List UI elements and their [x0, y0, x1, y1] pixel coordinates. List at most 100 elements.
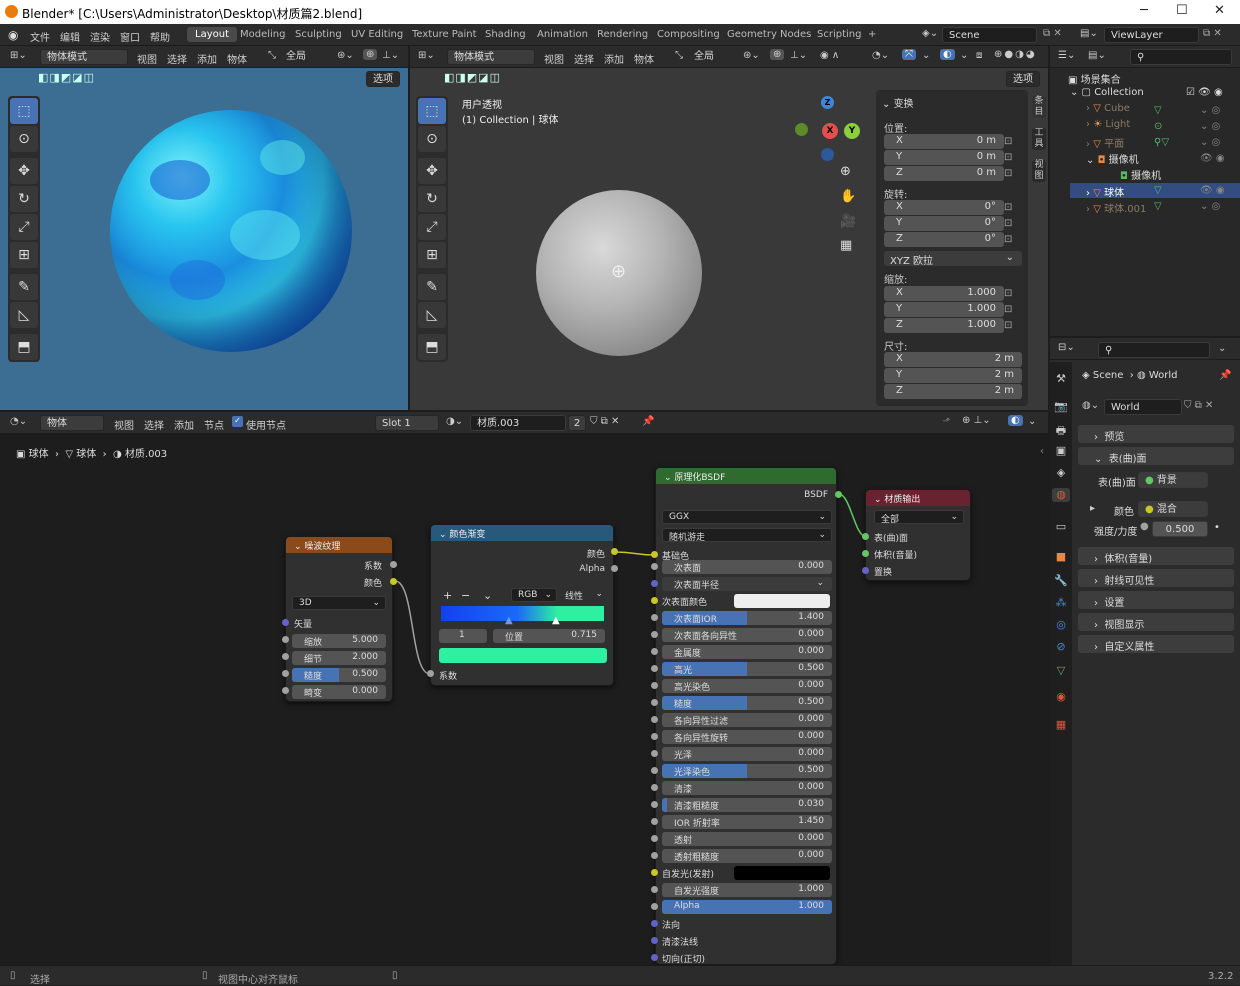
noise-detail-socket[interactable]: [282, 653, 289, 660]
dimension-z[interactable]: Z2 m: [884, 384, 1022, 399]
bsdf-input-socket[interactable]: [651, 716, 658, 723]
outliner-search[interactable]: ⚲: [1130, 49, 1232, 65]
bsdf-input-socket[interactable]: [651, 937, 658, 944]
camera-view-icon[interactable]: 🎥: [840, 214, 856, 229]
node-editor[interactable]: ◔⌄ 物体 视图 选择 添加 节点 ✓ 使用节点 Slot 1 ◑⌄ 材质.00…: [0, 412, 1048, 965]
rotation-mode-dropdown[interactable]: XYZ 欧拉 ⌄: [884, 251, 1022, 267]
gizmo-neg-y[interactable]: [795, 123, 808, 136]
collection-tab-icon[interactable]: ▭: [1054, 520, 1068, 534]
rotation-y[interactable]: Y 0°: [884, 216, 1004, 231]
tab-shading[interactable]: Shading: [477, 27, 534, 42]
tab-texture-paint[interactable]: Texture Paint: [404, 27, 485, 42]
scene-field[interactable]: Scene: [942, 27, 1037, 43]
bsdf-field-9[interactable]: 光泽 0.000: [662, 747, 832, 761]
bsdf-input-socket[interactable]: [651, 682, 658, 689]
noise-vector-socket[interactable]: [282, 619, 289, 626]
particles-tab-icon[interactable]: ⁂: [1054, 596, 1068, 610]
ramp-stop-position[interactable]: 位置 0.715: [493, 629, 605, 643]
world-datablock-field[interactable]: World: [1104, 399, 1182, 415]
menu-help[interactable]: 帮助: [150, 29, 170, 44]
bsdf-input-socket[interactable]: [651, 699, 658, 706]
new-scene-icon[interactable]: ⧉ ✕: [1043, 28, 1062, 39]
location-z[interactable]: Z0 m: [884, 166, 1004, 181]
menu-window[interactable]: 窗口: [120, 29, 140, 44]
bsdf-input-socket[interactable]: [651, 614, 658, 621]
world-browse-icon[interactable]: ◍⌄: [1082, 400, 1099, 411]
rotation-x[interactable]: X 0°: [884, 200, 1004, 215]
bsdf-emission-swatch[interactable]: [734, 866, 830, 880]
rotation-z[interactable]: Z 0°: [884, 232, 1004, 247]
noise-roughness-field[interactable]: 糙度 0.500: [292, 668, 386, 682]
menu-view[interactable]: 视图: [137, 51, 157, 66]
transform-icon[interactable]: ⊞: [10, 242, 38, 268]
ramp-menu-button[interactable]: ⌄: [483, 589, 492, 602]
outliner-item-cube[interactable]: › ▽ Cube: [1086, 103, 1130, 114]
scale-z[interactable]: Z 1.000: [884, 318, 1004, 333]
tab-animation[interactable]: Animation: [529, 27, 596, 42]
material-output-node[interactable]: ⌄ 材质输出 全部 ⌄ 表(曲)面 体积(音量) 置换: [865, 489, 971, 581]
visibility-icon[interactable]: ◔⌄: [872, 50, 889, 61]
bsdf-field-7[interactable]: 各向异性过滤 0.000: [662, 713, 832, 727]
snap-target-icon[interactable]: ⊥⌄: [790, 50, 807, 61]
bsdf-field-10[interactable]: 光泽染色 0.500: [662, 764, 832, 778]
bsdf-field-0[interactable]: 次表面 0.000: [662, 560, 832, 574]
bsdf-input-socket[interactable]: [651, 733, 658, 740]
bsdf-field-2[interactable]: 次表面各向异性 0.000: [662, 628, 832, 642]
section-surface[interactable]: ⌄ 表(曲)面: [1078, 447, 1234, 465]
gizmo-x-axis[interactable]: X: [822, 123, 838, 139]
options-button[interactable]: 选项: [1006, 71, 1040, 87]
bsdf-input-socket[interactable]: [651, 665, 658, 672]
ramp-color-mode-dropdown[interactable]: RGB ⌄: [511, 588, 557, 602]
bsdf-input-socket[interactable]: [651, 886, 658, 893]
ortho-grid-icon[interactable]: ▦: [840, 238, 852, 253]
orientation-dropdown[interactable]: 全局: [688, 49, 736, 65]
output-node-header[interactable]: ⌄ 材质输出: [866, 490, 970, 506]
bsdf-input-socket[interactable]: [651, 597, 658, 604]
bsdf-input-socket[interactable]: [651, 801, 658, 808]
bsdf-field-3[interactable]: 金属度 0.000: [662, 645, 832, 659]
menu-render[interactable]: 渲染: [90, 29, 110, 44]
select-box-icon[interactable]: ⬚: [418, 98, 446, 124]
outliner-item-sphere-001[interactable]: › ▽ 球体.001: [1086, 200, 1146, 215]
tab-geometry-nodes[interactable]: Geometry Nodes: [719, 27, 819, 42]
bsdf-field-15[interactable]: 透射粗糙度 0.000: [662, 849, 832, 863]
transform-icon[interactable]: ⊞: [418, 242, 446, 268]
measure-icon[interactable]: ◺: [10, 302, 38, 328]
rotate-icon[interactable]: ↻: [418, 186, 446, 212]
visibility-toggles[interactable]: ⌄ ◎ ⌄ ◎ ⌄ ◎ 👁 ◉ 👁 ◉ ⌄ ◎: [1200, 103, 1225, 215]
output-volume-socket[interactable]: [862, 550, 869, 557]
viewport-left[interactable]: ⊞⌄ 物体模式 视图 选择 添加 物体 ⤡ 全局 ⊛⌄ ⊕ ⊥⌄ ◧◨◩◪◫ 选…: [0, 46, 408, 410]
gizmo-y-axis[interactable]: Y: [844, 123, 860, 139]
bsdf-output-socket[interactable]: [835, 491, 842, 498]
gizmo-dropdown-icon[interactable]: ⌄: [922, 50, 930, 61]
move-icon[interactable]: ✥: [418, 158, 446, 184]
proportional-edit-icon[interactable]: ◉ ∧: [820, 50, 839, 61]
maximize-button[interactable]: ☐: [1176, 3, 1188, 18]
bsdf-subsurface-radius-dropdown[interactable]: 次表面半径 ⌄: [662, 577, 832, 591]
bsdf-field-11[interactable]: 清漆 0.000: [662, 781, 832, 795]
texture-tab-icon[interactable]: ▦: [1054, 718, 1068, 732]
move-icon[interactable]: ✥: [10, 158, 38, 184]
menu-object[interactable]: 物体: [634, 51, 654, 66]
bsdf-input-socket[interactable]: [651, 767, 658, 774]
menu-add[interactable]: 添加: [604, 51, 624, 66]
pan-hand-icon[interactable]: ✋: [840, 189, 856, 204]
display-mode-icon[interactable]: ▤⌄: [1088, 50, 1106, 61]
output-displacement-socket[interactable]: [862, 567, 869, 574]
pivot-icon[interactable]: ⊛⌄: [337, 50, 354, 61]
tab-rendering[interactable]: Rendering: [589, 27, 656, 42]
dimension-x[interactable]: X2 m: [884, 352, 1022, 367]
noise-distortion-socket[interactable]: [282, 687, 289, 694]
view-layer-tab-icon[interactable]: ▣: [1054, 444, 1068, 458]
noise-scale-socket[interactable]: [282, 636, 289, 643]
outliner-item-camera[interactable]: ⌄ ◘ 摄像机: [1086, 151, 1139, 166]
bsdf-input-socket[interactable]: [651, 648, 658, 655]
selection-mode-icons[interactable]: ◧◨◩◪◫: [38, 71, 95, 84]
world-datablock-actions[interactable]: ⛉ ⧉ ✕: [1184, 400, 1213, 411]
editor-type-icon[interactable]: ⊞⌄: [10, 50, 27, 61]
section-preview[interactable]: › 预览: [1078, 425, 1234, 443]
lock-icons[interactable]: ⊡ ⊡ ⊡: [1004, 134, 1012, 182]
color-ramp-node[interactable]: ⌄ 颜色渐变 颜色 Alpha + − ⌄ RGB ⌄ 线性 ⌄ ▲ ▲ 1 位置 0…: [430, 524, 614, 686]
npanel-tab-tool[interactable]: 工具: [1032, 128, 1046, 150]
ramp-node-header[interactable]: ⌄ 颜色渐变: [431, 525, 613, 541]
